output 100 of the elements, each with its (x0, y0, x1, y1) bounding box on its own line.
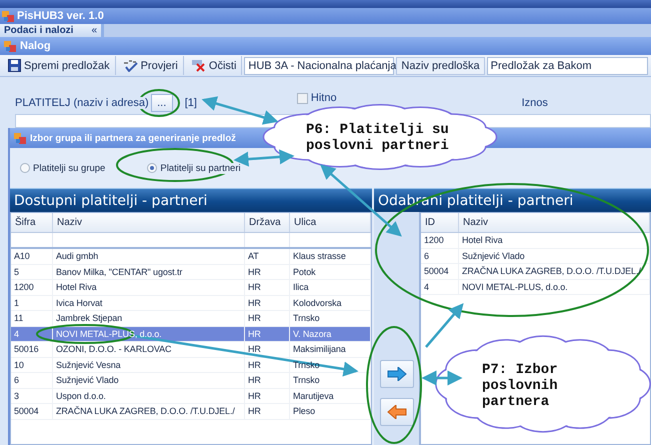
field-label: PLATITELJ (naziv i adresa) (15, 96, 149, 108)
template-name-field[interactable]: Predložak za Bakom (486, 56, 648, 74)
radio-label: Platitelji su partneri (160, 162, 241, 174)
table-cell: 1200 (11, 280, 53, 294)
table-cell: 4 (11, 326, 53, 341)
radio-label: Platitelji su grupe (33, 162, 106, 174)
column-header[interactable]: Naziv (53, 213, 245, 232)
move-button[interactable] (380, 398, 414, 426)
window-title: Izbor grupa ili partnera za generiranje predlož (30, 132, 236, 144)
table-cell: Maksimilijana (290, 342, 371, 356)
column-header[interactable]: Ulica (290, 213, 371, 232)
table-cell: HR (245, 280, 290, 294)
table-cell: 50004 (11, 404, 53, 418)
table-cell: Trnsko (290, 311, 371, 326)
clear-icon (190, 59, 206, 72)
field-label: Iznos (522, 96, 548, 108)
table-cell: 1200 (421, 233, 459, 248)
table-row[interactable]: 5 Banov Milka, "CENTAR" ugost.tr HR Potok (11, 264, 371, 280)
column-header[interactable]: Šifra (11, 213, 53, 232)
table-cell: 6 (421, 248, 459, 263)
table-cell: Uspon d.o.o. (53, 388, 245, 403)
move-button[interactable] (380, 360, 414, 388)
table-cell: HR (245, 373, 290, 388)
window-title: Nalog (20, 40, 51, 52)
left-arrow-icon (386, 405, 406, 419)
toolbar-button[interactable]: Spremi predložak (3, 56, 116, 75)
table-cell: Marutijeva (290, 388, 371, 403)
table-row[interactable]: 1200 Hotel Riva (421, 233, 650, 248)
column-header[interactable]: Naziv (459, 213, 650, 232)
toolbar-button[interactable]: Očisti (186, 56, 242, 75)
table-cell: Ivica Horvat (53, 296, 245, 310)
field-label: Naziv predloška (396, 56, 485, 74)
table-cell: 3 (11, 388, 53, 403)
table-cell: Jambrek Stjepan (53, 311, 245, 326)
table-row[interactable]: 50016 OZONI, D.O.O. - KARLOVAC HR Maksimilijana (11, 342, 371, 358)
checkbox-label: Hitno (310, 92, 337, 104)
table-row[interactable]: 11 Jambrek Stjepan HR Trnsko (11, 311, 371, 326)
table-cell: HR (245, 388, 290, 403)
table-cell: HR (245, 296, 290, 310)
table-cell: Trnsko (290, 373, 371, 388)
table-row[interactable]: 3 Uspon d.o.o. HR Marutijeva (11, 388, 371, 404)
table-cell: Banov Milka, "CENTAR" ugost.tr (53, 264, 245, 279)
table-cell: OZONI, D.O.O. - KARLOVAC (53, 342, 245, 356)
navigation-title: Podaci i nalozi (4, 25, 74, 36)
table-cell: 6 (11, 373, 53, 388)
table-row[interactable]: 6 Sužnjević Vlado HR Trnsko (11, 373, 371, 388)
window-icon (4, 40, 16, 52)
table-row[interactable]: 50004 ZRAČNA LUKA ZAGREB, D.O.O. /T.U.DJEL./ HR Pleso (11, 404, 371, 420)
save-icon (8, 59, 21, 72)
table-cell: HR (245, 311, 290, 326)
radio-button[interactable] (147, 163, 158, 173)
table-cell: 50004 (421, 264, 459, 278)
table-cell: 5 (11, 264, 53, 279)
table-cell: 1 (11, 296, 53, 310)
table-cell: NOVI METAL-PLUS, d.o.o. (459, 280, 650, 294)
table-cell: 4 (421, 280, 459, 294)
column-header[interactable]: ID (421, 213, 459, 232)
table-cell: HR (245, 404, 290, 418)
table-cell: Hotel Riva (53, 280, 245, 294)
table-row[interactable]: 6 Sužnjević Vlado (421, 248, 650, 264)
payer-count: [1] (184, 96, 197, 108)
callout-text: P7: Izbor poslovnih partnera (482, 362, 559, 410)
table-cell: V. Nazora (290, 326, 371, 341)
column-header[interactable]: Država (245, 213, 290, 232)
table-cell: HR (245, 264, 290, 279)
arrow (425, 303, 464, 348)
toolbar-button[interactable]: Provjeri (118, 56, 184, 75)
table-cell: Sužnjević Vesna (53, 358, 245, 372)
table-cell: Sužnjević Vlado (53, 373, 245, 388)
table-row[interactable]: A10 Audi gmbh AT Klaus strasse (11, 249, 371, 264)
table-row[interactable]: 4 NOVI METAL-PLUS, d.o.o. (421, 280, 650, 295)
table-cell: HR (245, 326, 290, 341)
section-title: Dostupni platitelji - partneri (14, 192, 208, 208)
table-cell: HR (245, 358, 290, 372)
table-cell: 10 (11, 358, 53, 372)
table-row[interactable]: 1 Ivica Horvat HR Kolodvorska (11, 296, 371, 311)
table-cell: Potok (290, 264, 371, 279)
browse-button[interactable]: ... (150, 94, 173, 112)
table-cell: Pleso (290, 404, 371, 418)
window-title: PisHUB3 ver. 1.0 (17, 10, 104, 22)
table-cell: 50016 (11, 342, 53, 356)
double-arrow (422, 370, 462, 386)
table-cell: Audi gmbh (53, 249, 245, 264)
callout-text: P6: Platitelji su poslovni partneri (306, 122, 450, 154)
table-cell: 11 (11, 311, 53, 326)
template-type-dropdown[interactable]: HUB 3A - Nacionalna plaćanja (244, 56, 394, 74)
spellcheck-icon (122, 59, 138, 72)
section-title: Odabrani platitelji - partneri (378, 192, 574, 208)
table-cell: Hotel Riva (459, 233, 650, 248)
table-cell: Kolodvorska (290, 296, 371, 310)
table-cell: Ilica (290, 280, 371, 294)
table-row[interactable]: 1200 Hotel Riva HR Ilica (11, 280, 371, 296)
table-cell: AT (245, 249, 290, 264)
table-cell: Klaus strasse (290, 249, 371, 264)
window-icon (2, 10, 14, 22)
window-icon (14, 132, 26, 144)
radio-button[interactable] (20, 163, 30, 173)
collapse-button[interactable]: « (91, 26, 97, 36)
checkbox[interactable] (296, 92, 308, 104)
table-cell: HR (245, 342, 290, 356)
